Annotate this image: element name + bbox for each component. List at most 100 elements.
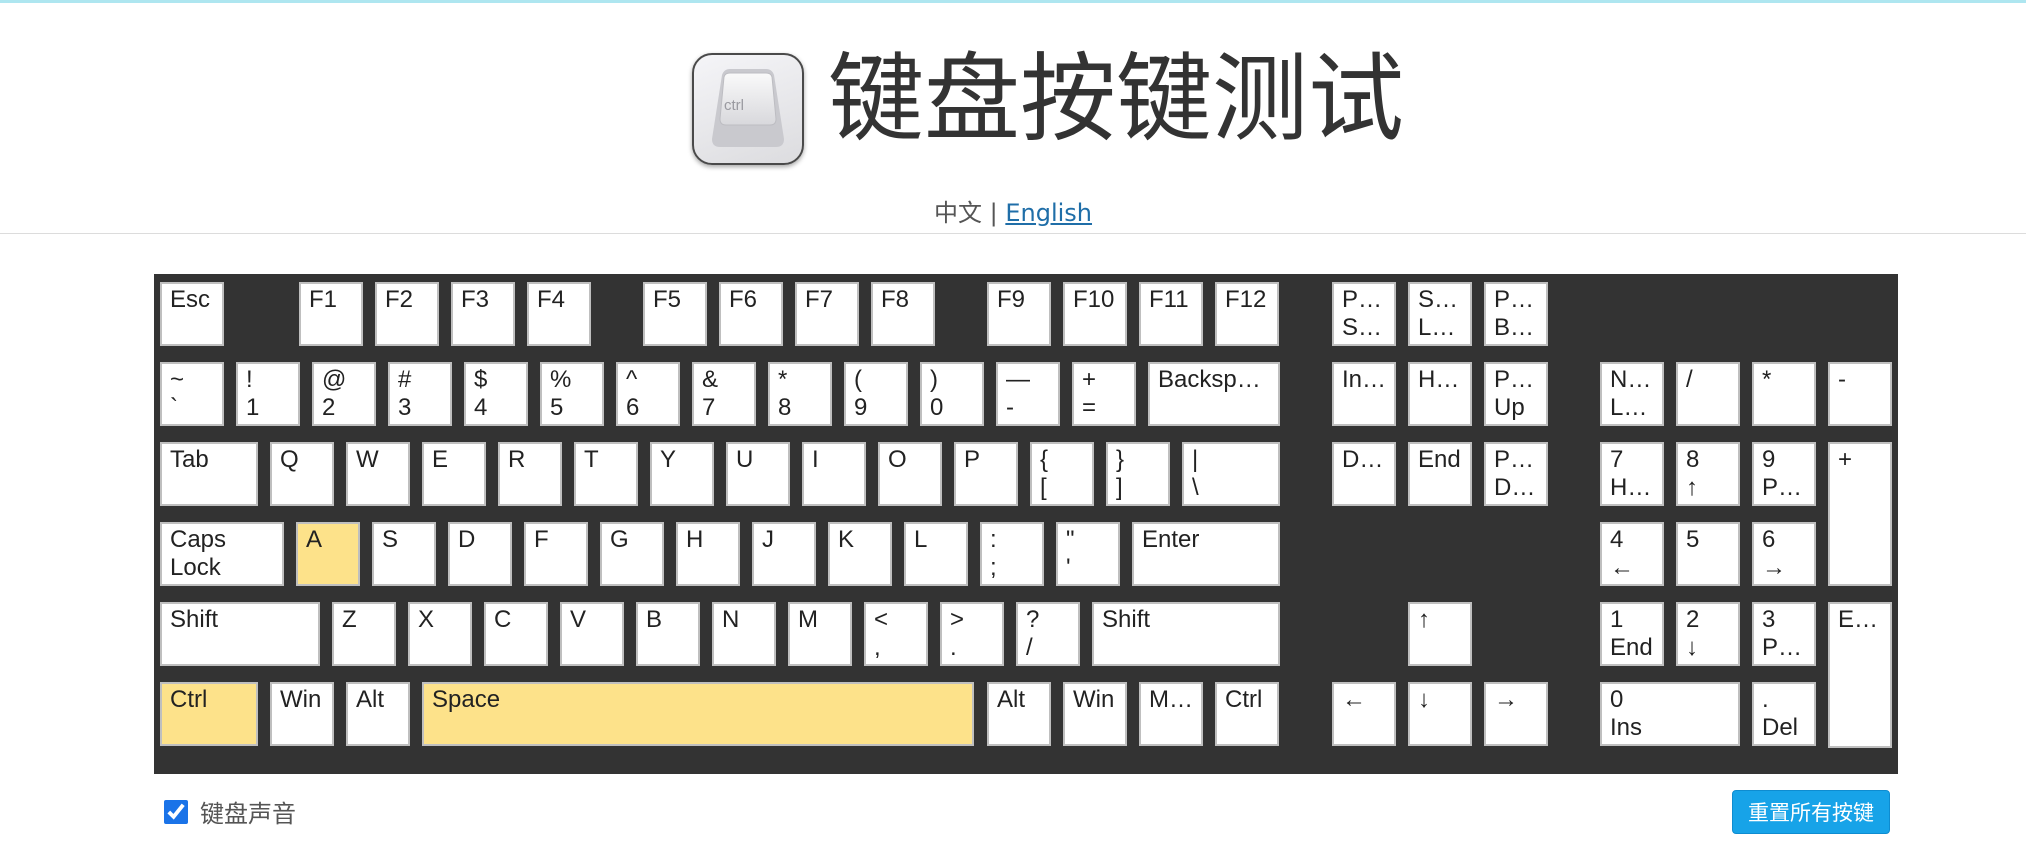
key-w[interactable]: W <box>346 442 410 506</box>
key-a[interactable]: A <box>296 522 360 586</box>
key-comma[interactable]: <, <box>864 602 928 666</box>
key-rctrl[interactable]: Ctrl <box>1215 682 1279 746</box>
key-numdot[interactable]: . Del <box>1752 682 1816 746</box>
key-nummul[interactable]: * <box>1752 362 1816 426</box>
keyboard-sound-checkbox[interactable] <box>164 799 188 824</box>
key-f7[interactable]: F7 <box>795 282 859 346</box>
key-lctrl[interactable]: Ctrl <box>160 682 258 746</box>
key-num5[interactable]: 5 <box>1676 522 1740 586</box>
key-numadd[interactable]: + <box>1828 442 1892 586</box>
key-num2[interactable]: 2 ↓ <box>1676 602 1740 666</box>
key-num6[interactable]: 6 → <box>1752 522 1816 586</box>
key-insert[interactable]: In… <box>1332 362 1396 426</box>
lang-english-link[interactable]: English <box>1005 199 1092 227</box>
key-right[interactable]: → <box>1484 682 1548 746</box>
key-home[interactable]: H… <box>1408 362 1472 426</box>
key-num4[interactable]: 4 ← <box>1600 522 1664 586</box>
key-c[interactable]: C <box>484 602 548 666</box>
key-f5[interactable]: F5 <box>643 282 707 346</box>
key-end[interactable]: End <box>1408 442 1472 506</box>
key-m[interactable]: M <box>788 602 852 666</box>
key-esc[interactable]: Esc <box>160 282 224 346</box>
key-y[interactable]: Y <box>650 442 714 506</box>
key-pagedown[interactable]: P… D… <box>1484 442 1548 506</box>
key-menu[interactable]: M… <box>1139 682 1203 746</box>
key-numlock[interactable]: NumLock <box>1600 362 1664 426</box>
key-space[interactable]: Space <box>422 682 974 746</box>
key-num8[interactable]: 8 ↑ <box>1676 442 1740 506</box>
key-lbracket[interactable]: {[ <box>1030 442 1094 506</box>
key-d3[interactable]: #3 <box>388 362 452 426</box>
key-left[interactable]: ← <box>1332 682 1396 746</box>
key-numsub[interactable]: - <box>1828 362 1892 426</box>
key-numdiv[interactable]: / <box>1676 362 1740 426</box>
key-pageup[interactable]: P… Up <box>1484 362 1548 426</box>
key-f11[interactable]: F11 <box>1139 282 1203 346</box>
key-num0[interactable]: 0 Ins <box>1600 682 1740 746</box>
key-backslash[interactable]: | \ <box>1182 442 1280 506</box>
key-d[interactable]: D <box>448 522 512 586</box>
key-f2[interactable]: F2 <box>375 282 439 346</box>
key-n[interactable]: N <box>712 602 776 666</box>
key-period[interactable]: >. <box>940 602 1004 666</box>
key-k[interactable]: K <box>828 522 892 586</box>
key-backtick[interactable]: ~ ` <box>160 362 224 426</box>
key-lshift[interactable]: Shift <box>160 602 320 666</box>
key-p[interactable]: P <box>954 442 1018 506</box>
key-d0[interactable]: ) 0 <box>920 362 984 426</box>
key-b[interactable]: B <box>636 602 700 666</box>
key-tab[interactable]: Tab <box>160 442 258 506</box>
key-numenter[interactable]: E… <box>1828 602 1892 748</box>
key-t[interactable]: T <box>574 442 638 506</box>
reset-all-keys-button[interactable]: 重置所有按键 <box>1732 790 1890 834</box>
key-rbracket[interactable]: }] <box>1106 442 1170 506</box>
key-q[interactable]: Q <box>270 442 334 506</box>
key-f[interactable]: F <box>524 522 588 586</box>
key-o[interactable]: O <box>878 442 942 506</box>
key-s[interactable]: S <box>372 522 436 586</box>
key-j[interactable]: J <box>752 522 816 586</box>
key-rwin[interactable]: Win <box>1063 682 1127 746</box>
key-u[interactable]: U <box>726 442 790 506</box>
key-rshift[interactable]: Shift <box>1092 602 1280 666</box>
key-pausebreak[interactable]: P… Br… <box>1484 282 1548 346</box>
key-l[interactable]: L <box>904 522 968 586</box>
key-f3[interactable]: F3 <box>451 282 515 346</box>
key-up[interactable]: ↑ <box>1408 602 1472 666</box>
key-i[interactable]: I <box>802 442 866 506</box>
key-r[interactable]: R <box>498 442 562 506</box>
key-h[interactable]: H <box>676 522 740 586</box>
key-capslock[interactable]: Caps Lock <box>160 522 284 586</box>
key-d2[interactable]: @2 <box>312 362 376 426</box>
key-minus[interactable]: — - <box>996 362 1060 426</box>
key-num7[interactable]: 7 H… <box>1600 442 1664 506</box>
keyboard-sound-toggle[interactable]: 键盘声音 <box>164 794 296 829</box>
key-scrolllock[interactable]: S…Lock <box>1408 282 1472 346</box>
key-lwin[interactable]: Win <box>270 682 334 746</box>
key-x[interactable]: X <box>408 602 472 666</box>
key-d1[interactable]: ! 1 <box>236 362 300 426</box>
key-v[interactable]: V <box>560 602 624 666</box>
key-f12[interactable]: F12 <box>1215 282 1279 346</box>
key-f9[interactable]: F9 <box>987 282 1051 346</box>
key-f1[interactable]: F1 <box>299 282 363 346</box>
key-quote[interactable]: " ' <box>1056 522 1120 586</box>
key-down[interactable]: ↓ <box>1408 682 1472 746</box>
key-d6[interactable]: ^ 6 <box>616 362 680 426</box>
key-enter[interactable]: Enter <box>1132 522 1280 586</box>
key-semicolon[interactable]: :; <box>980 522 1044 586</box>
key-f10[interactable]: F10 <box>1063 282 1127 346</box>
key-f6[interactable]: F6 <box>719 282 783 346</box>
key-num9[interactable]: 9 P… <box>1752 442 1816 506</box>
key-equal[interactable]: + = <box>1072 362 1136 426</box>
key-printscrn[interactable]: PrintScrn <box>1332 282 1396 346</box>
key-d4[interactable]: $4 <box>464 362 528 426</box>
key-slash[interactable]: ? / <box>1016 602 1080 666</box>
key-delete[interactable]: D… <box>1332 442 1396 506</box>
key-backspace[interactable]: Backspace <box>1148 362 1280 426</box>
key-e[interactable]: E <box>422 442 486 506</box>
key-g[interactable]: G <box>600 522 664 586</box>
key-d7[interactable]: & 7 <box>692 362 756 426</box>
key-z[interactable]: Z <box>332 602 396 666</box>
key-d5[interactable]: % 5 <box>540 362 604 426</box>
